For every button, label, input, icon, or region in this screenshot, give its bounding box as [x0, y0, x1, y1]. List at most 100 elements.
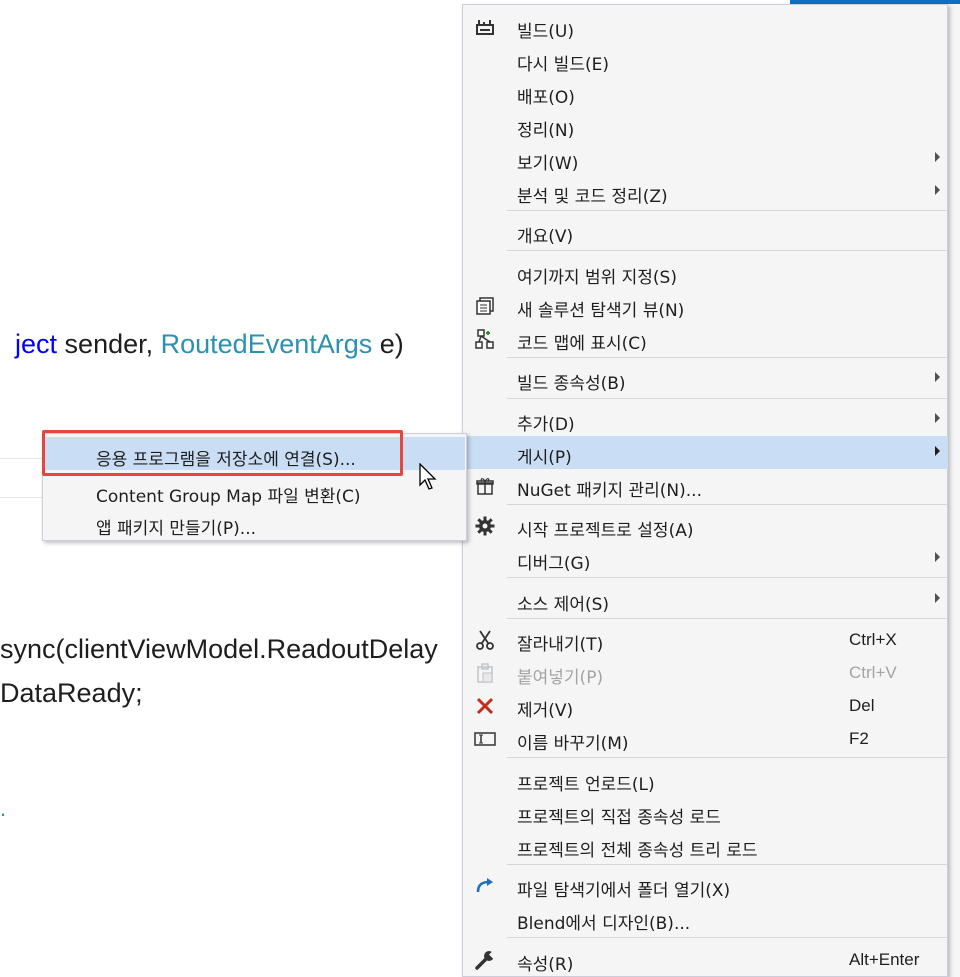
menu-item-source-control[interactable]: 소스 제어(S) — [464, 583, 948, 616]
menu-item-rename[interactable]: 이름 바꾸기(M) F2 — [464, 722, 948, 755]
menu-item-properties[interactable]: 속성(R) Alt+Enter — [464, 943, 948, 976]
menu-item-open-in-file-explorer[interactable]: 파일 탐색기에서 폴더 열기(X) — [464, 869, 948, 902]
menu-item-manage-nuget[interactable]: NuGet 패키지 관리(N)... — [464, 469, 948, 502]
menu-item-remove[interactable]: 제거(V) Del — [464, 689, 948, 722]
menu-item-label: 여기까지 범위 지정(S) — [517, 268, 677, 288]
code-mark: . — [0, 796, 7, 821]
menu-item-label: NuGet 패키지 관리(N)... — [517, 481, 702, 501]
gear-icon — [474, 515, 496, 537]
code-keyword: ject — [15, 329, 58, 359]
menu-item-label: 추가(D) — [517, 415, 575, 435]
menu-item-label: 소스 제어(S) — [517, 595, 610, 615]
menu-item-label: 잘라내기(T) — [517, 635, 604, 655]
menu-separator — [507, 210, 947, 211]
code-line-method-signature: ject sender, RoutedEventArgs e) — [0, 298, 404, 360]
submenu-arrow-icon — [935, 372, 940, 382]
menu-item-design-in-blend[interactable]: Blend에서 디자인(B)... — [464, 902, 948, 935]
submenu-item-create-app-packages[interactable]: 앱 패키지 만들기(P)... — [44, 506, 465, 539]
new-solution-view-icon — [474, 295, 496, 317]
menu-item-label: 코드 맵에 표시(C) — [517, 334, 647, 354]
menu-item-label: 프로젝트의 전체 종속성 트리 로드 — [517, 841, 758, 861]
menu-item-label: 프로젝트 언로드(L) — [517, 775, 655, 795]
menu-item-shortcut: Del — [849, 696, 875, 715]
menu-separator — [507, 757, 947, 758]
menu-item-load-direct-dependencies[interactable]: 프로젝트의 직접 종속성 로드 — [464, 796, 948, 829]
menu-item-scope-to-this[interactable]: 여기까지 범위 지정(S) — [464, 256, 948, 289]
wrench-icon — [474, 949, 496, 971]
submenu-arrow-icon — [935, 446, 940, 456]
menu-item-build-dependencies[interactable]: 빌드 종속성(B) — [464, 362, 948, 395]
menu-item-label: 붙여넣기(P) — [517, 668, 604, 688]
menu-item-label: 빌드 종속성(B) — [517, 374, 626, 394]
menu-item-cut[interactable]: 잘라내기(T) Ctrl+X — [464, 623, 948, 656]
delete-x-icon — [474, 695, 496, 717]
menu-item-publish[interactable]: 게시(P) — [464, 436, 948, 469]
menu-item-label: 정리(N) — [517, 121, 575, 141]
menu-item-add[interactable]: 추가(D) — [464, 403, 948, 436]
menu-item-label: 다시 빌드(E) — [517, 55, 609, 75]
menu-item-load-full-dependency-tree[interactable]: 프로젝트의 전체 종속성 트리 로드 — [464, 829, 948, 862]
menu-item-clean[interactable]: 정리(N) — [464, 109, 948, 142]
menu-item-label: 파일 탐색기에서 폴더 열기(X) — [517, 881, 731, 901]
nuget-package-icon — [474, 475, 496, 497]
menu-item-rebuild[interactable]: 다시 빌드(E) — [464, 43, 948, 76]
menu-item-shortcut: Alt+Enter — [849, 950, 920, 969]
code-map-icon — [474, 328, 496, 350]
menu-item-label: 시작 프로젝트로 설정(A) — [517, 521, 694, 541]
code-line-async-call: sync(clientViewModel.ReadoutDelay — [0, 634, 438, 664]
menu-separator — [507, 357, 947, 358]
menu-item-label: 속성(R) — [517, 955, 574, 975]
code-line-data-ready: DataReady; — [0, 678, 143, 708]
submenu-arrow-icon — [935, 152, 940, 162]
menu-item-label: 디버그(G) — [517, 554, 591, 574]
menu-item-unload-project[interactable]: 프로젝트 언로드(L) — [464, 763, 948, 796]
submenu-arrow-icon — [935, 413, 940, 423]
menu-separator — [507, 250, 947, 251]
paste-icon — [474, 662, 496, 684]
menu-separator — [507, 937, 947, 938]
menu-item-label: 분석 및 코드 정리(Z) — [517, 187, 668, 207]
menu-separator — [507, 864, 947, 865]
menu-item-shortcut: Ctrl+X — [849, 630, 897, 649]
code-text: sender, — [57, 329, 161, 359]
rename-icon — [474, 728, 496, 750]
submenu-arrow-icon — [935, 552, 940, 562]
menu-item-new-solution-explorer-view[interactable]: 새 솔루션 탐색기 뷰(N) — [464, 289, 948, 322]
menu-item-label: Content Group Map 파일 변환(C) — [96, 487, 361, 507]
menu-item-label: 새 솔루션 탐색기 뷰(N) — [517, 301, 685, 321]
code-type: RoutedEventArgs — [160, 329, 373, 359]
scissors-icon — [474, 629, 496, 651]
project-context-menu: 빌드(U) 다시 빌드(E) 배포(O) 정리(N) 보기(W) 분석 및 코드… — [462, 4, 948, 977]
menu-item-label: 이름 바꾸기(M) — [517, 734, 629, 754]
menu-item-label: 배포(O) — [517, 88, 575, 108]
menu-item-label: 제거(V) — [517, 701, 574, 721]
menu-item-shortcut: F2 — [849, 729, 869, 748]
menu-item-overview[interactable]: 개요(V) — [464, 215, 948, 248]
submenu-arrow-icon — [935, 185, 940, 195]
menu-separator — [507, 398, 947, 399]
menu-item-view[interactable]: 보기(W) — [464, 142, 948, 175]
menu-item-label: Blend에서 디자인(B)... — [517, 914, 691, 934]
open-folder-arrow-icon — [474, 875, 496, 897]
submenu-arrow-icon — [935, 593, 940, 603]
menu-item-build[interactable]: 빌드(U) — [464, 10, 948, 43]
menu-item-label: 프로젝트의 직접 종속성 로드 — [517, 808, 721, 828]
menu-item-deploy[interactable]: 배포(O) — [464, 76, 948, 109]
menu-separator — [507, 618, 947, 619]
menu-item-analyze[interactable]: 분석 및 코드 정리(Z) — [464, 175, 948, 208]
menu-item-set-as-startup[interactable]: 시작 프로젝트로 설정(A) — [464, 509, 948, 542]
menu-item-label: 게시(P) — [517, 448, 572, 468]
code-text: e) — [372, 329, 404, 359]
menu-separator — [507, 504, 947, 505]
menu-item-debug[interactable]: 디버그(G) — [464, 542, 948, 575]
menu-item-show-on-code-map[interactable]: 코드 맵에 표시(C) — [464, 322, 948, 355]
mouse-pointer-icon — [419, 463, 437, 490]
menu-item-label: 앱 패키지 만들기(P)... — [96, 519, 257, 539]
menu-item-label: 보기(W) — [517, 154, 579, 174]
build-icon — [474, 16, 496, 38]
menu-item-label: 빌드(U) — [517, 22, 574, 42]
menu-item-paste[interactable]: 붙여넣기(P) Ctrl+V — [464, 656, 948, 689]
callout-highlight-box — [42, 430, 403, 476]
menu-item-label: 개요(V) — [517, 227, 574, 247]
submenu-item-convert-content-group-map[interactable]: Content Group Map 파일 변환(C) — [44, 474, 465, 507]
